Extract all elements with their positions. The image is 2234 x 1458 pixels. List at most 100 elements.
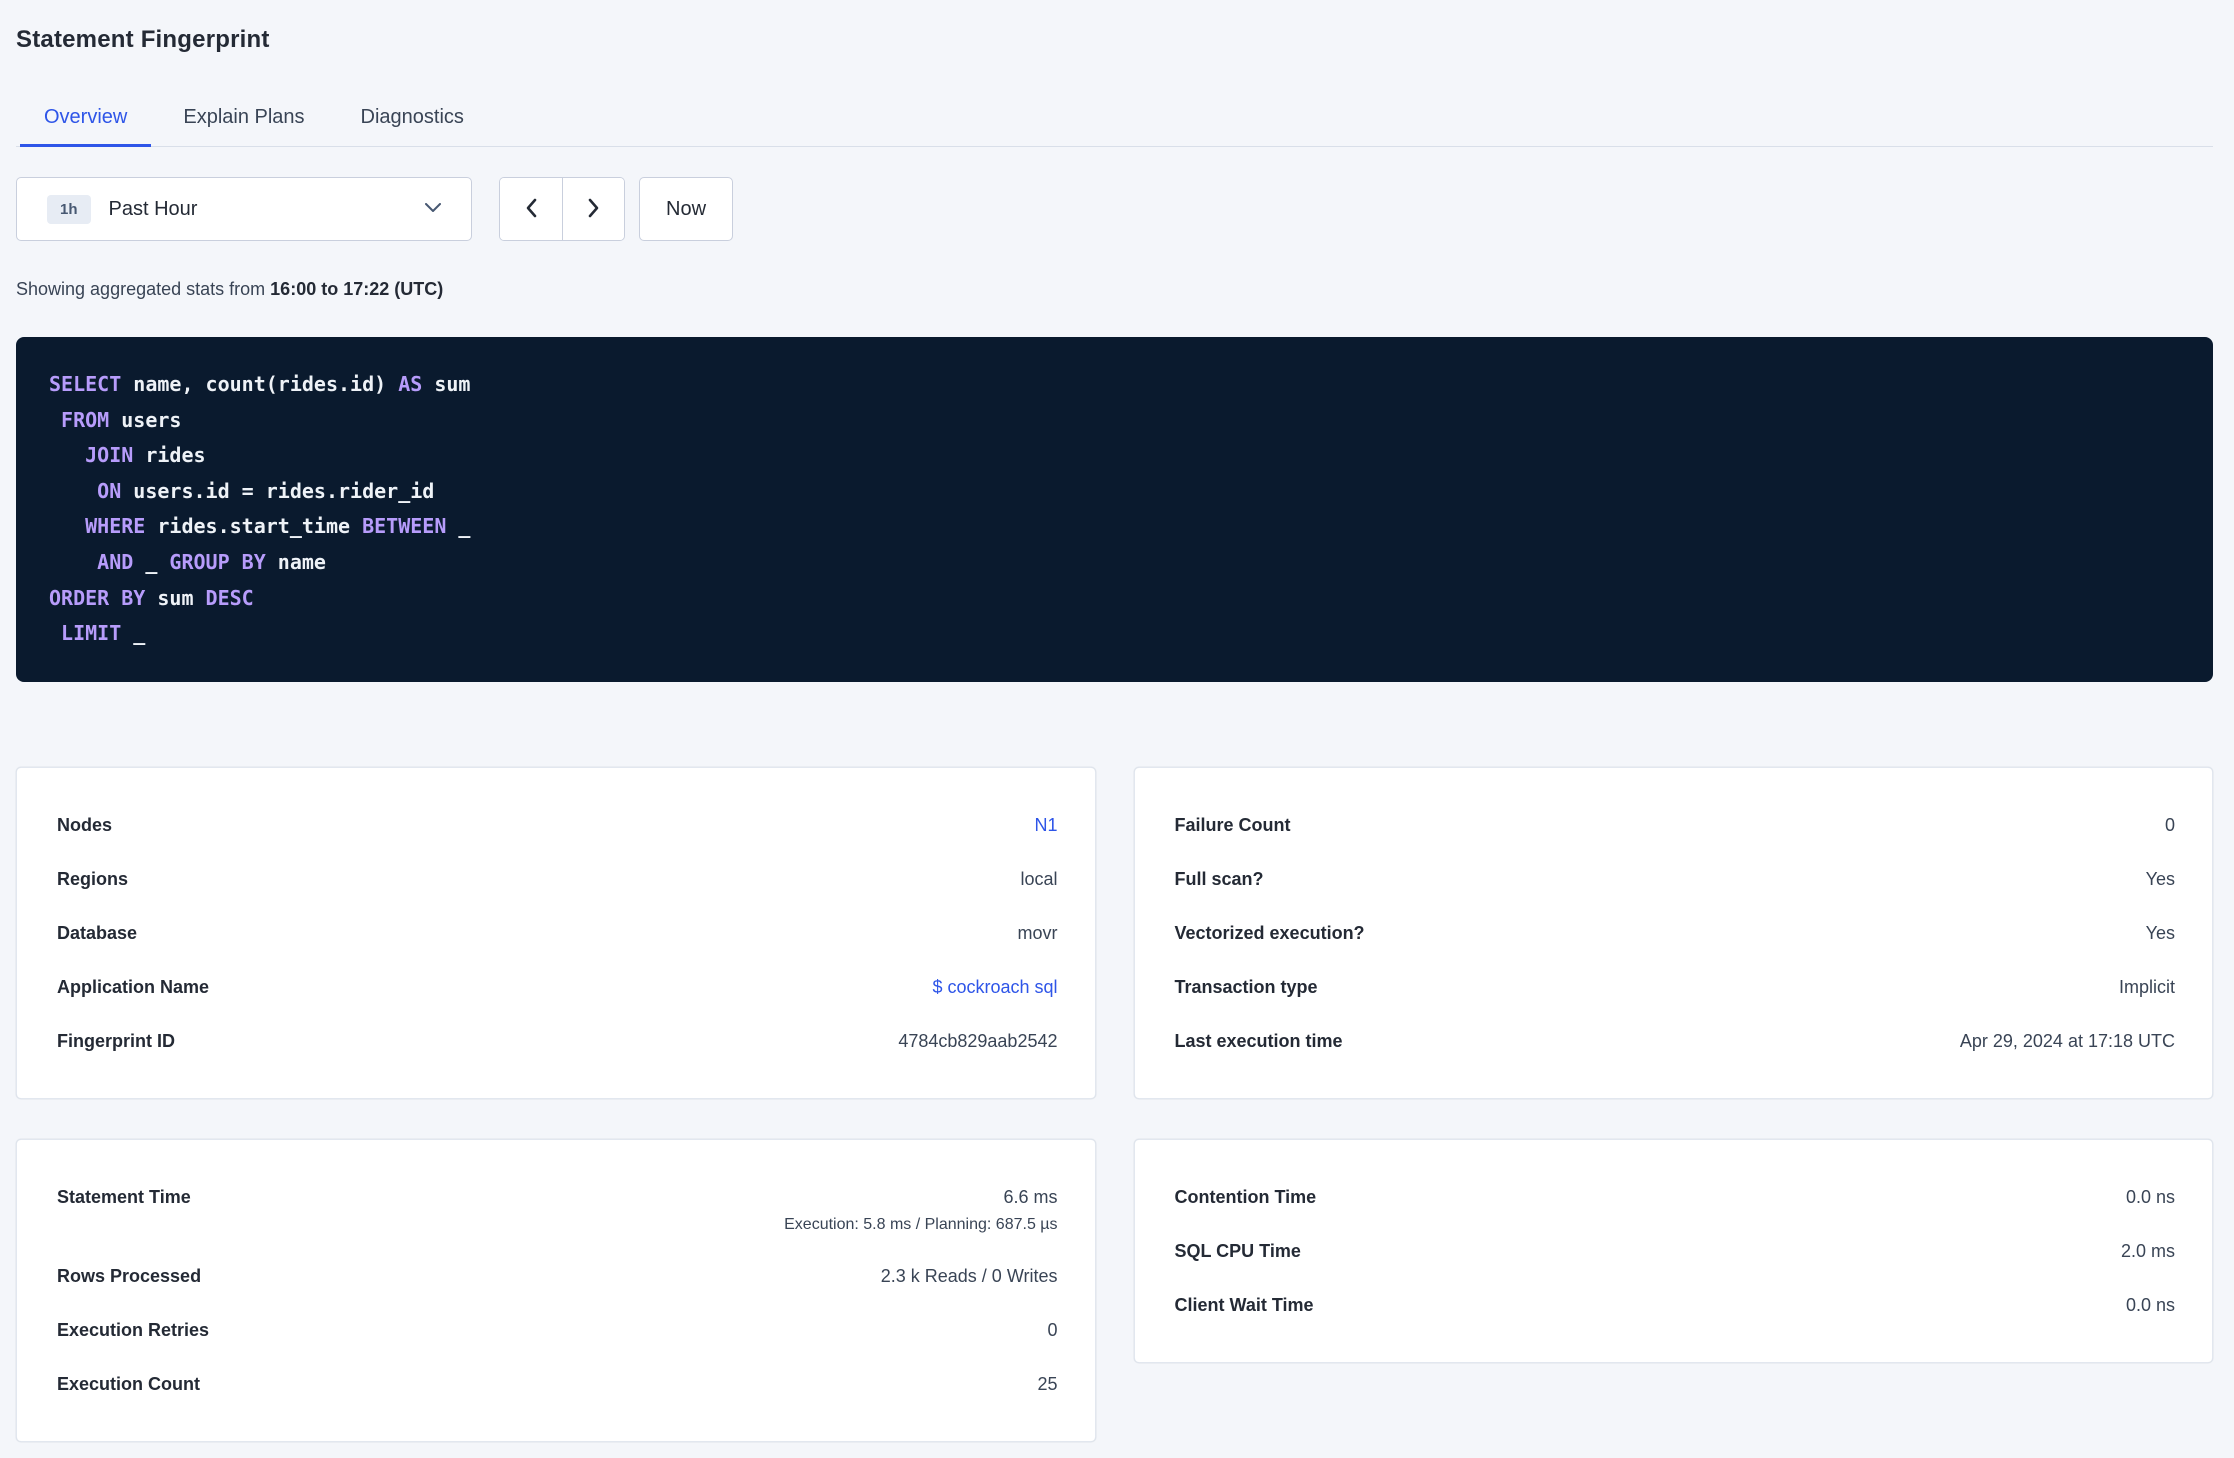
- row-value-wrap: 25: [1037, 1371, 1057, 1397]
- row-label: SQL CPU Time: [1174, 1240, 1301, 1261]
- tab-bar: Overview Explain Plans Diagnostics: [16, 94, 2213, 147]
- row-value: 0.0 ns: [2125, 1294, 2175, 1315]
- row-value-wrap: $ cockroach sql: [932, 974, 1057, 1000]
- time-range-badge: 1h: [47, 194, 91, 224]
- card-row: Database movr: [57, 906, 1058, 960]
- time-range-dropdown[interactable]: 1h Past Hour: [16, 177, 472, 241]
- sql-line: AND _ GROUP BY name: [97, 549, 326, 574]
- row-value: 6.6 ms: [1003, 1186, 1058, 1207]
- page-title: Statement Fingerprint: [16, 26, 270, 53]
- row-value-wrap: Implicit: [2119, 974, 2175, 1000]
- row-subvalue: Execution: 5.8 ms / Planning: 687.5 µs: [784, 1215, 1058, 1233]
- overview-cards-grid: Nodes N1 Regions local Database movr Applicati…: [16, 766, 2213, 1442]
- row-value-wrap: 0.0 ns: [2126, 1184, 2175, 1210]
- card-row: Contention Time 0.0 ns: [1175, 1170, 2176, 1224]
- now-button[interactable]: Now: [639, 177, 734, 241]
- row-value-wrap: 2.3 k Reads / 0 Writes: [881, 1263, 1058, 1289]
- card-row: Application Name $ cockroach sql: [57, 960, 1058, 1014]
- aggregated-stats-line: Showing aggregated stats from 16:00 to 1…: [16, 279, 2213, 300]
- row-label: Rows Processed: [57, 1265, 202, 1286]
- row-label: Client Wait Time: [1174, 1294, 1314, 1315]
- card-row: Fingerprint ID 4784cb829aab2542: [57, 1014, 1058, 1068]
- row-value-wrap: 4784cb829aab2542: [898, 1028, 1057, 1054]
- row-value: 0.0 ns: [2125, 1186, 2175, 1207]
- sql-line: ORDER BY sum DESC: [49, 585, 254, 610]
- card-row: Regions local: [57, 852, 1058, 906]
- sql-line: FROM users: [61, 407, 182, 432]
- row-value-wrap: Yes: [2146, 866, 2175, 892]
- tab-overview[interactable]: Overview: [16, 94, 155, 147]
- sql-line: SELECT name, count(rides.id) AS sum: [49, 372, 471, 396]
- card-row: Client Wait Time 0.0 ns: [1175, 1278, 2176, 1332]
- row-value-wrap: 0: [2165, 812, 2175, 838]
- sql-line: JOIN rides: [85, 443, 206, 468]
- row-value-wrap: 0: [1047, 1317, 1057, 1343]
- row-value-link[interactable]: N1: [1034, 815, 1057, 835]
- stats-line-range: 16:00 to 17:22 (UTC): [270, 279, 444, 299]
- row-value: Yes: [2145, 922, 2175, 943]
- stats-line-prefix: Showing aggregated stats from: [16, 279, 266, 299]
- card-row: Execution Count 25: [57, 1357, 1058, 1411]
- row-value-wrap: 6.6 ms Execution: 5.8 ms / Planning: 687.…: [784, 1184, 1057, 1235]
- row-label: Full scan?: [1174, 868, 1264, 889]
- row-label: Last execution time: [1174, 1030, 1343, 1051]
- execution-attributes-card: Failure Count 0 Full scan? Yes Vectorized ex…: [1133, 766, 2213, 1099]
- time-toolbar: 1h Past Hour Now: [16, 177, 2213, 241]
- card-row: Failure Count 0: [1175, 798, 2176, 852]
- row-label: Execution Count: [57, 1373, 200, 1394]
- row-value: Implicit: [2118, 976, 2175, 997]
- statement-times-card: Statement Time 6.6 ms Execution: 5.8 ms / …: [16, 1138, 1096, 1442]
- tab-diagnostics[interactable]: Diagnostics: [333, 94, 492, 146]
- card-row: Vectorized execution? Yes: [1175, 906, 2176, 960]
- next-interval-button[interactable]: [562, 178, 624, 240]
- row-label: Regions: [57, 868, 129, 889]
- tab-explain-plans[interactable]: Explain Plans: [155, 94, 332, 146]
- row-value: Yes: [2145, 868, 2175, 889]
- row-value-wrap: local: [1020, 866, 1057, 892]
- row-value-wrap: Yes: [2146, 920, 2175, 946]
- row-label: Vectorized execution?: [1174, 922, 1365, 943]
- sql-line: WHERE rides.start_time BETWEEN _: [85, 514, 471, 539]
- row-value-wrap: Apr 29, 2024 at 17:18 UTC: [1960, 1028, 2175, 1054]
- row-value: Apr 29, 2024 at 17:18 UTC: [1959, 1030, 2175, 1051]
- card-row: Statement Time 6.6 ms Execution: 5.8 ms / …: [57, 1170, 1058, 1249]
- row-label: Fingerprint ID: [57, 1030, 175, 1051]
- sql-line: ON users.id = rides.rider_id: [97, 478, 435, 503]
- chevron-down-icon: [425, 200, 441, 218]
- row-label: Database: [57, 922, 138, 943]
- row-label: Transaction type: [1174, 976, 1318, 997]
- row-label: Nodes: [57, 814, 113, 835]
- statement-fingerprint-page: Statement Fingerprint Overview Explain Pl…: [0, 0, 2234, 1442]
- row-label: Execution Retries: [57, 1319, 210, 1340]
- row-value: 4784cb829aab2542: [898, 1030, 1058, 1051]
- card-row: Last execution time Apr 29, 2024 at 17:18…: [1175, 1014, 2176, 1068]
- chevron-left-icon: [525, 198, 537, 221]
- row-value-wrap: movr: [1018, 920, 1058, 946]
- row-value: 25: [1037, 1373, 1058, 1394]
- row-label: Contention Time: [1174, 1186, 1317, 1207]
- row-value: 0: [2164, 814, 2175, 835]
- row-value-wrap: N1: [1034, 812, 1057, 838]
- time-step-buttons: [499, 177, 625, 241]
- card-row: Rows Processed 2.3 k Reads / 0 Writes: [57, 1249, 1058, 1303]
- card-row: SQL CPU Time 2.0 ms: [1175, 1224, 2176, 1278]
- sql-line: LIMIT _: [61, 621, 146, 646]
- row-value: 2.3 k Reads / 0 Writes: [880, 1265, 1058, 1286]
- row-value: 0: [1047, 1319, 1058, 1340]
- row-value-link[interactable]: $ cockroach sql: [932, 977, 1057, 997]
- wait-times-card: Contention Time 0.0 ns SQL CPU Time 2.0 ms C…: [1133, 1138, 2213, 1363]
- sql-statement: SELECT name, count(rides.id) AS sum FROM…: [16, 337, 2213, 682]
- prev-interval-button[interactable]: [500, 178, 562, 240]
- time-range-label: Past Hour: [108, 197, 198, 220]
- card-row: Execution Retries 0: [57, 1303, 1058, 1357]
- row-label: Application Name: [57, 976, 210, 997]
- card-row: Nodes N1: [57, 798, 1058, 852]
- row-value: movr: [1017, 922, 1058, 943]
- row-value: local: [1020, 868, 1058, 889]
- overview-details-card: Nodes N1 Regions local Database movr Applicati…: [16, 766, 1096, 1099]
- card-row: Transaction type Implicit: [1175, 960, 2176, 1014]
- row-label: Statement Time: [57, 1186, 191, 1207]
- chevron-right-icon: [588, 198, 600, 221]
- row-value-wrap: 2.0 ms: [2121, 1238, 2175, 1264]
- row-value: 2.0 ms: [2120, 1240, 2175, 1261]
